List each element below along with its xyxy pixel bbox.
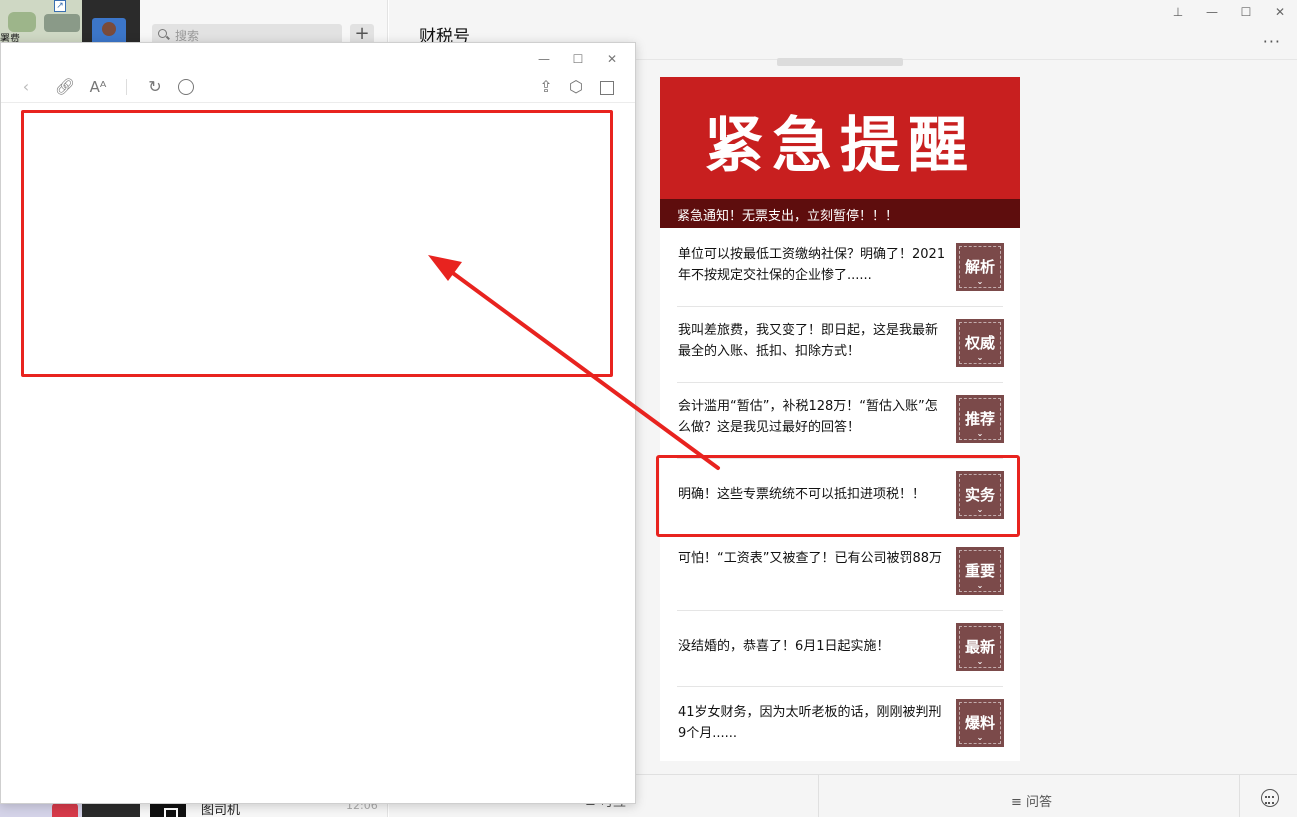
article-item-title: 会计滥用“暂估”，补税128万！“暂估入账”怎么做？这是我见过最好的回答！ <box>678 399 938 435</box>
article-item[interactable]: 41岁女财务，因为太听老板的话，刚刚被判刑9个月...... 爆料 ⌄ <box>677 687 1004 763</box>
popup-window-controls: — ☐ ✕ <box>527 47 629 71</box>
article-item-title: 没结婚的，恭喜了！6月1日起实施！ <box>678 639 890 654</box>
timestamp-blurred <box>777 58 903 66</box>
desktop-thumbnail <box>8 12 36 32</box>
article-item-title: 单位可以按最低工资缴纳社保？明确了！2021年不按规定交社保的企业惨了.....… <box>678 247 946 283</box>
maximize-icon[interactable]: ☐ <box>1229 0 1263 24</box>
article-item-tag: 重要 <box>964 562 995 580</box>
more-icon[interactable]: ··· <box>1263 32 1281 51</box>
avatar[interactable] <box>92 18 126 42</box>
shortcut-arrow-icon: ↗ <box>54 0 66 12</box>
article-item-title: 可怕！“工资表”又被查了！已有公司被罚88万 <box>678 551 943 566</box>
banner-title: 紧急提醒 <box>704 111 976 181</box>
annotation-box-popup <box>21 110 613 377</box>
article-item[interactable]: 我叫差旅费，我又变了！即日起，这是我最新最全的入账、抵扣、扣除方式！ 权威 ⌄ <box>677 307 1004 383</box>
refresh-icon[interactable]: ↻ <box>144 76 166 98</box>
article-banner[interactable]: 紧急提醒 紧急通知！无票支出，立刻暂停！！！ <box>660 77 1020 228</box>
toolbar-divider <box>126 79 127 95</box>
article-item-title: 41岁女财务，因为太听老板的话，刚刚被判刑9个月...... <box>678 705 942 741</box>
article-item-tag: 推荐 <box>964 410 995 428</box>
chevron-down-icon: ⌄ <box>976 353 984 362</box>
footer-divider <box>1239 775 1240 817</box>
chevron-down-icon: ⌄ <box>976 657 984 666</box>
article-item-thumb: 权威 ⌄ <box>956 319 1004 367</box>
article-item-tag: 权威 <box>964 334 995 352</box>
article-card: 紧急提醒 紧急通知！无票支出，立刻暂停！！！ 单位可以按最低工资缴纳社保？明确了… <box>660 77 1020 761</box>
article-item[interactable]: 单位可以按最低工资缴纳社保？明确了！2021年不按规定交社保的企业惨了.....… <box>677 231 1004 307</box>
article-item-thumb: 爆料 ⌄ <box>956 699 1004 747</box>
pip-icon[interactable] <box>596 76 618 98</box>
close-icon[interactable]: ✕ <box>1263 0 1297 24</box>
cube-icon[interactable]: ⬡ <box>565 76 587 98</box>
window-controls: ⊥ — ☐ ✕ <box>1161 0 1297 24</box>
desktop-icon-top[interactable]: 署费 <box>0 0 82 45</box>
compass-icon[interactable] <box>175 76 197 98</box>
link-icon[interactable]: 🔗︎ <box>54 76 76 98</box>
footer-menu-qa[interactable]: ≡ 问答 <box>1011 791 1052 810</box>
article-item-tag: 最新 <box>964 638 995 656</box>
chevron-down-icon: ⌄ <box>976 277 984 286</box>
article-item[interactable]: 可怕！“工资表”又被查了！已有公司被罚88万 重要 ⌄ <box>677 535 1004 611</box>
chat-avatar <box>150 802 186 817</box>
minimize-icon[interactable]: — <box>1195 0 1229 24</box>
popup-toolbar: ‹ 🔗︎ Aᴬ ↻ ⇪ ⬡ <box>1 71 635 103</box>
article-item-thumb: 推荐 ⌄ <box>956 395 1004 443</box>
font-size-icon[interactable]: Aᴬ <box>87 76 109 98</box>
share-icon[interactable]: ⇪ <box>535 76 557 98</box>
close-icon[interactable]: ✕ <box>595 47 629 71</box>
banner-caption-text: 紧急通知！无票支出，立刻暂停！！！ <box>677 209 899 224</box>
pin-icon[interactable]: ⊥ <box>1161 0 1195 24</box>
article-item[interactable]: 没结婚的，恭喜了！6月1日起实施！ 最新 ⌄ <box>677 611 1004 687</box>
article-item-tag: 爆料 <box>964 714 995 732</box>
banner-caption: 紧急通知！无票支出，立刻暂停！！！ <box>660 199 1020 228</box>
screen: 署费 ↗ 搜索 + 图司机 12:06 财税号 ⊥ — ☐ ✕ ··· 紧急提醒… <box>0 0 1297 817</box>
article-item-title: 我叫差旅费，我又变了！即日起，这是我最新最全的入账、抵扣、扣除方式！ <box>678 323 939 359</box>
footer-divider <box>818 775 819 817</box>
article-item-tag: 解析 <box>964 258 995 276</box>
back-icon[interactable]: ‹ <box>15 76 37 98</box>
chevron-down-icon: ⌄ <box>976 581 984 590</box>
maximize-icon[interactable]: ☐ <box>561 47 595 71</box>
article-item[interactable]: 会计滥用“暂估”，补税128万！“暂估入账”怎么做？这是我见过最好的回答！ 推荐… <box>677 383 1004 459</box>
keyboard-icon[interactable] <box>1261 789 1279 807</box>
search-icon <box>158 29 167 38</box>
minimize-icon[interactable]: — <box>527 47 561 71</box>
chevron-down-icon: ⌄ <box>976 733 984 742</box>
article-item-thumb: 最新 ⌄ <box>956 623 1004 671</box>
desktop-thumbnail-blurred <box>44 14 80 32</box>
article-item-thumb: 解析 ⌄ <box>956 243 1004 291</box>
article-item-thumb: 重要 ⌄ <box>956 547 1004 595</box>
chevron-down-icon: ⌄ <box>976 429 984 438</box>
desktop-icon-bottom[interactable] <box>0 803 82 817</box>
annotation-box-item <box>656 455 1020 537</box>
